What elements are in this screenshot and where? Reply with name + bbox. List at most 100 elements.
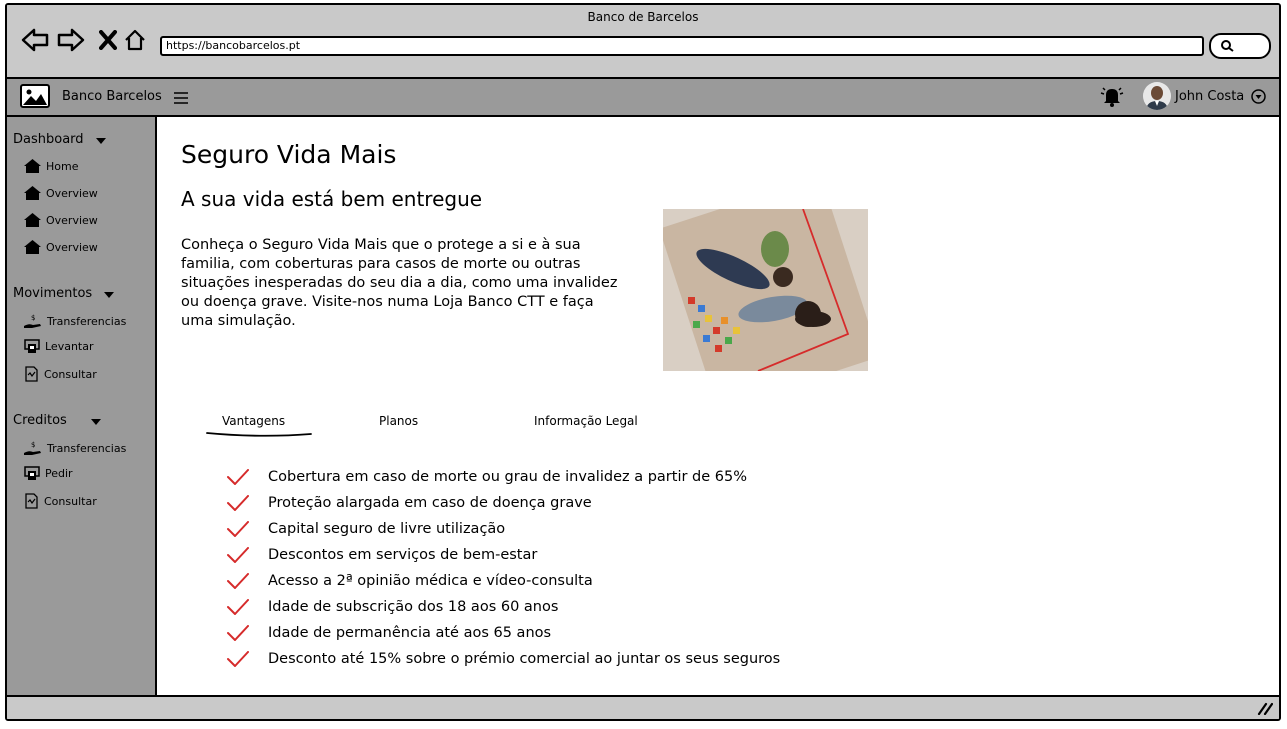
money-hand-icon: $ bbox=[24, 314, 41, 328]
check-icon bbox=[227, 624, 251, 642]
benefit-text: Cobertura em caso de morte ou grau de in… bbox=[268, 469, 748, 485]
forward-button[interactable] bbox=[56, 25, 86, 55]
caret-down-icon bbox=[90, 419, 101, 425]
check-icon bbox=[227, 546, 251, 564]
house-outline-icon bbox=[125, 29, 145, 51]
document-icon bbox=[25, 366, 38, 382]
sidebar-item-transferencias[interactable]: $ Transferencias bbox=[24, 313, 126, 329]
atm-icon bbox=[24, 466, 40, 480]
sidebar-item-label: Transferencias bbox=[47, 314, 127, 328]
status-bar bbox=[7, 695, 1279, 719]
resize-grip-icon[interactable] bbox=[1257, 701, 1273, 715]
benefit-item: Capital seguro de livre utilização bbox=[227, 516, 780, 542]
sidebar-item-label: Consultar bbox=[44, 494, 97, 508]
home-icon bbox=[24, 240, 41, 254]
menu-button[interactable] bbox=[174, 89, 188, 108]
hamburger-menu-icon bbox=[174, 92, 188, 104]
back-button[interactable] bbox=[20, 25, 50, 55]
sidebar-section-title: Creditos bbox=[13, 413, 67, 428]
benefit-item: Idade de subscrição dos 18 aos 60 anos bbox=[227, 594, 780, 620]
sidebar-section-dashboard[interactable]: Dashboard bbox=[13, 132, 106, 147]
benefit-text: Idade de permanência até aos 65 anos bbox=[268, 625, 552, 641]
back-arrow-icon bbox=[21, 28, 49, 52]
sidebar-item-transferencias[interactable]: $ Transferencias bbox=[24, 440, 126, 456]
sidebar-section-creditos[interactable]: Creditos bbox=[13, 413, 101, 428]
sidebar-item-label: Transferencias bbox=[47, 441, 127, 455]
page-subtitle: A sua vida está bem entregue bbox=[181, 187, 483, 211]
document-icon bbox=[25, 493, 38, 509]
sidebar-item-label: Consultar bbox=[44, 367, 97, 381]
caret-down-icon bbox=[95, 138, 106, 144]
check-icon bbox=[227, 598, 251, 616]
check-icon bbox=[227, 572, 251, 590]
logo-image-icon bbox=[20, 84, 50, 108]
benefit-text: Acesso a 2ª opinião médica e vídeo-consu… bbox=[268, 573, 593, 589]
window-title: Banco de Barcelos bbox=[587, 10, 699, 24]
atm-icon bbox=[24, 339, 40, 353]
benefit-item: Cobertura em caso de morte ou grau de in… bbox=[227, 464, 780, 490]
benefit-item: Proteção alargada em caso de doença grav… bbox=[227, 490, 780, 516]
sidebar-item-pedir[interactable]: Pedir bbox=[24, 466, 73, 481]
check-icon bbox=[227, 650, 251, 668]
chevron-down-circle-icon bbox=[1251, 89, 1266, 104]
browser-window: Banco de Barcelos https://bancobarcelos.… bbox=[5, 3, 1281, 721]
benefit-text: Capital seguro de livre utilização bbox=[268, 521, 506, 537]
sidebar: Dashboard Home Overview Overview Overvie… bbox=[7, 117, 157, 695]
sidebar-item-label: Home bbox=[46, 159, 79, 173]
forward-arrow-icon bbox=[57, 28, 85, 52]
sidebar-item-levantar[interactable]: Levantar bbox=[24, 339, 94, 354]
notifications-button[interactable] bbox=[1100, 85, 1124, 111]
benefits-list: Cobertura em caso de morte ou grau de in… bbox=[227, 464, 780, 672]
sidebar-item-label: Overview bbox=[46, 186, 98, 200]
benefit-text: Desconto até 15% sobre o prémio comercia… bbox=[268, 651, 781, 667]
sidebar-item-label: Overview bbox=[46, 240, 98, 254]
page-title: Seguro Vida Mais bbox=[181, 140, 397, 169]
brand-name[interactable]: Banco Barcelos bbox=[62, 89, 162, 104]
sidebar-item-label: Pedir bbox=[45, 467, 73, 480]
home-icon bbox=[24, 186, 41, 200]
address-bar[interactable]: https://bancobarcelos.pt bbox=[160, 36, 1204, 56]
benefit-item: Idade de permanência até aos 65 anos bbox=[227, 620, 780, 646]
app-header: Banco Barcelos John Costa bbox=[7, 79, 1279, 117]
home-button[interactable] bbox=[120, 25, 150, 55]
intro-paragraph: Conheça o Seguro Vida Mais que o protege… bbox=[181, 237, 618, 329]
browser-chrome: Banco de Barcelos https://bancobarcelos.… bbox=[7, 5, 1279, 79]
browser-search[interactable] bbox=[1209, 33, 1271, 59]
home-icon bbox=[24, 159, 41, 173]
svg-text:$: $ bbox=[31, 314, 35, 322]
user-menu-toggle[interactable] bbox=[1251, 89, 1266, 108]
benefit-item: Descontos em serviços de bem-estar bbox=[227, 542, 780, 568]
sidebar-item-overview[interactable]: Overview bbox=[24, 213, 98, 227]
check-icon bbox=[227, 468, 251, 486]
svg-text:$: $ bbox=[31, 441, 35, 449]
sidebar-item-label: Overview bbox=[46, 213, 98, 227]
tab-informacao-legal[interactable]: Informação Legal bbox=[534, 414, 638, 428]
benefit-text: Proteção alargada em caso de doença grav… bbox=[268, 495, 592, 511]
family-photo bbox=[663, 209, 868, 371]
active-tab-indicator bbox=[206, 432, 312, 437]
check-icon bbox=[227, 494, 251, 512]
check-icon bbox=[227, 520, 251, 538]
sidebar-item-overview[interactable]: Overview bbox=[24, 240, 98, 254]
sidebar-item-home[interactable]: Home bbox=[24, 159, 78, 173]
money-hand-icon: $ bbox=[24, 441, 41, 455]
user-name[interactable]: John Costa bbox=[1175, 89, 1244, 104]
tab-vantagens[interactable]: Vantagens bbox=[222, 414, 285, 428]
sidebar-section-title: Movimentos bbox=[13, 286, 93, 301]
caret-down-icon bbox=[104, 292, 115, 298]
benefit-item: Desconto até 15% sobre o prémio comercia… bbox=[227, 646, 780, 672]
sidebar-section-movimentos[interactable]: Movimentos bbox=[13, 286, 115, 301]
stop-button[interactable] bbox=[93, 25, 123, 55]
sidebar-item-consultar[interactable]: Consultar bbox=[24, 366, 97, 382]
benefit-item: Acesso a 2ª opinião médica e vídeo-consu… bbox=[227, 568, 780, 594]
bell-icon bbox=[1100, 87, 1124, 107]
search-icon bbox=[1221, 40, 1234, 52]
tab-planos[interactable]: Planos bbox=[379, 414, 418, 428]
sidebar-item-consultar[interactable]: Consultar bbox=[24, 493, 97, 509]
close-icon bbox=[99, 30, 117, 50]
sidebar-item-label: Levantar bbox=[45, 340, 94, 353]
sidebar-item-overview[interactable]: Overview bbox=[24, 186, 98, 200]
sidebar-section-title: Dashboard bbox=[13, 132, 84, 147]
avatar[interactable] bbox=[1143, 82, 1171, 110]
benefit-text: Descontos em serviços de bem-estar bbox=[268, 547, 538, 563]
